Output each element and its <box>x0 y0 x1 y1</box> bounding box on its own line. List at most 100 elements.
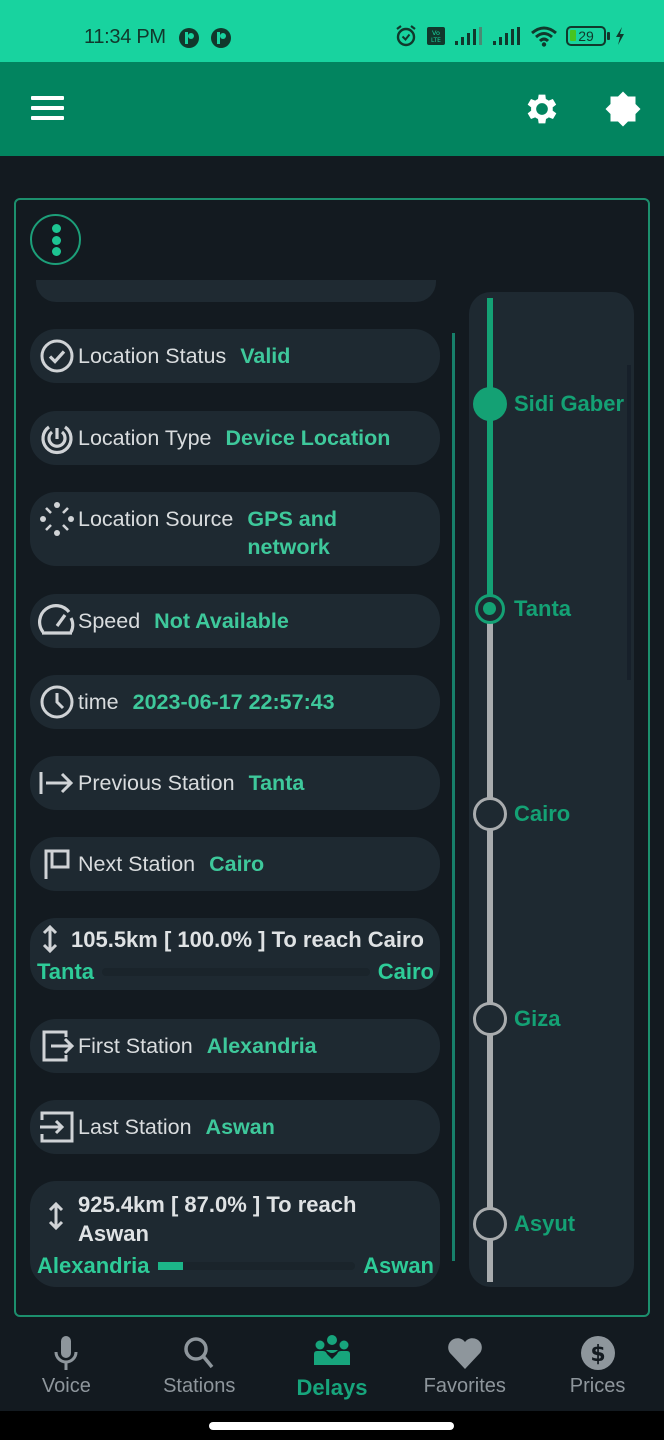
location-status-label: Location Status <box>78 344 227 368</box>
nav-tab-voice[interactable]: Voice <box>0 1319 133 1411</box>
nav-tab-delays[interactable]: Delays <box>266 1319 399 1411</box>
app-bar <box>0 62 664 156</box>
nav-label-delays: Delays <box>296 1375 368 1400</box>
flag-icon <box>44 849 70 879</box>
first-station-row[interactable]: First Station Alexandria <box>30 1019 440 1073</box>
timeline-station-label[interactable]: Sidi Gaber <box>514 391 624 417</box>
location-type-value: Device Location <box>225 426 391 450</box>
exit-box-icon <box>42 1030 75 1062</box>
next-distance-from: Tanta <box>37 959 95 984</box>
next-station-row[interactable]: Next Station Cairo <box>30 837 440 891</box>
wifi-icon <box>531 26 557 47</box>
first-station-value: Alexandria <box>206 1034 317 1058</box>
previous-station-label: Previous Station <box>78 771 235 795</box>
enter-box-icon <box>40 1111 74 1143</box>
speedometer-icon <box>38 604 75 635</box>
microphone-icon <box>54 1336 78 1370</box>
last-station-value: Aswan <box>205 1115 275 1139</box>
app-notification-icon <box>179 28 199 48</box>
nav-label-favorites: Favorites <box>423 1375 506 1397</box>
nav-label-prices: Prices <box>569 1375 626 1397</box>
next-station-distance-row[interactable]: 105.5km [ 100.0% ] To reach Cairo Tanta … <box>30 918 440 990</box>
next-distance-progress-bar <box>102 968 370 976</box>
timeline-station-label[interactable]: Tanta <box>514 596 571 622</box>
time-label: time <box>78 690 119 714</box>
location-status-value: Valid <box>240 344 291 368</box>
location-type-row[interactable]: Location Type Device Location <box>30 411 440 465</box>
timeline-current-dot <box>483 602 496 615</box>
battery-icon: 29 <box>566 26 610 46</box>
previous-station-value: Tanta <box>248 771 305 795</box>
nav-tab-stations[interactable]: Stations <box>133 1319 266 1411</box>
speed-value: Not Available <box>154 609 289 633</box>
timeline-station-label[interactable]: Asyut <box>514 1211 575 1237</box>
clock-icon <box>40 685 74 719</box>
search-icon <box>184 1337 214 1369</box>
bottom-navigation: Voice Stations Delays Favorites $ Prices <box>0 1319 664 1411</box>
status-time: 11:34 PM <box>84 26 166 48</box>
next-distance-text: 105.5km [ 100.0% ] To reach Cairo <box>71 927 424 952</box>
system-navigation-area <box>0 1411 664 1440</box>
total-distance-to: Aswan <box>363 1253 434 1278</box>
location-source-label: Location Source <box>78 507 234 531</box>
timeline-station-label[interactable]: Cairo <box>514 801 570 827</box>
location-target-icon <box>41 425 73 455</box>
total-distance-text: 925.4km [ 87.0% ] To reach Aswan <box>78 1192 357 1246</box>
total-distance-progress-bar <box>157 1262 356 1270</box>
timeline-node[interactable] <box>473 1002 507 1036</box>
previous-station-row[interactable]: Previous Station Tanta <box>30 756 440 810</box>
timeline-node[interactable] <box>475 594 505 624</box>
heart-icon <box>447 1338 482 1369</box>
total-distance-from: Alexandria <box>37 1253 150 1278</box>
timeline-line-upcoming <box>487 609 493 1282</box>
location-type-label: Location Type <box>78 426 212 450</box>
nav-tab-favorites[interactable]: Favorites <box>398 1319 531 1411</box>
app-notification-icon <box>211 28 231 48</box>
battery-level: 29 <box>578 28 594 44</box>
next-station-label: Next Station <box>78 852 196 876</box>
list-scrollbar[interactable] <box>452 333 455 1261</box>
home-indicator[interactable] <box>209 1422 454 1430</box>
time-value: 2023-06-17 22:57:43 <box>132 690 335 714</box>
location-details-list[interactable]: Location Status Valid Location Type Devi… <box>30 280 442 1300</box>
next-distance-to: Cairo <box>377 959 434 984</box>
first-station-label: First Station <box>78 1034 193 1058</box>
settings-gear-icon[interactable] <box>522 89 562 129</box>
last-station-row[interactable]: Last Station Aswan <box>30 1100 440 1154</box>
check-circle-icon <box>40 339 74 373</box>
signal-icon <box>455 27 482 45</box>
more-options-button[interactable] <box>30 214 81 265</box>
next-station-value: Cairo <box>209 852 265 876</box>
timeline-scrollbar[interactable] <box>627 365 631 680</box>
list-item-partial <box>36 280 436 302</box>
svg-text:Vo: Vo <box>432 29 440 37</box>
brightness-theme-icon[interactable] <box>603 89 643 129</box>
timeline-node[interactable] <box>473 797 507 831</box>
nav-tab-prices[interactable]: $ Prices <box>531 1319 664 1411</box>
time-row[interactable]: time 2023-06-17 22:57:43 <box>30 675 440 729</box>
stations-timeline[interactable]: Sidi Gaber Tanta Cairo Giza Asyut <box>469 292 634 1287</box>
nav-label-stations: Stations <box>163 1375 236 1397</box>
svg-text:LTE: LTE <box>431 37 441 44</box>
status-bar: 11:34 PM Vo LTE 29 <box>0 0 664 62</box>
speed-row[interactable]: Speed Not Available <box>30 594 440 648</box>
dotted-sparkle-icon <box>40 502 74 536</box>
arrow-right-from-bar-icon <box>39 772 74 794</box>
timeline-node[interactable] <box>473 387 507 421</box>
timeline-line-passed <box>487 298 493 615</box>
vertical-arrows-icon <box>42 924 58 954</box>
location-status-row[interactable]: Location Status Valid <box>30 329 440 383</box>
last-station-label: Last Station <box>78 1115 192 1139</box>
total-distance-progress-fill <box>157 1262 184 1270</box>
dollar-circle-icon: $ <box>580 1336 615 1370</box>
timeline-node[interactable] <box>473 1207 507 1241</box>
nav-label-voice: Voice <box>41 1375 91 1397</box>
timeline-station-label[interactable]: Giza <box>514 1006 560 1032</box>
location-source-row[interactable]: Location Source GPS and network <box>30 492 440 566</box>
total-distance-row[interactable]: 925.4km [ 87.0% ] To reach Aswan Alexand… <box>30 1181 440 1287</box>
charging-icon <box>616 27 624 45</box>
location-source-value: GPS and network <box>247 507 337 559</box>
hamburger-menu-icon[interactable] <box>31 96 64 120</box>
people-group-icon <box>313 1335 350 1365</box>
speed-label: Speed <box>78 609 141 633</box>
